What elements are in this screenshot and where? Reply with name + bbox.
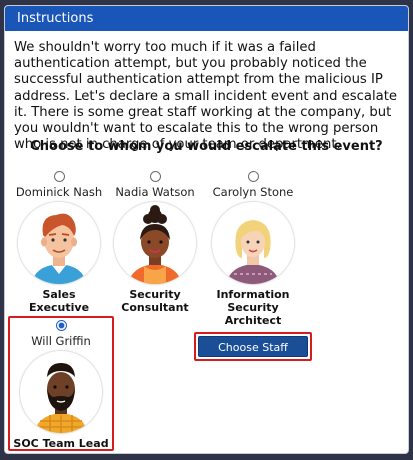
woman-blonde-avatar-icon[interactable] xyxy=(212,202,294,284)
staff-role: Sales Executive xyxy=(28,288,90,314)
staff-radio[interactable] xyxy=(149,171,161,182)
staff-radio-checked[interactable] xyxy=(55,320,67,331)
choose-staff-button-highlight[interactable]: Choose Staff Member xyxy=(194,332,312,375)
staff-option-will-griffin[interactable]: Will Griffin SOC Team Lead xyxy=(13,320,109,450)
staff-name: Will Griffin xyxy=(31,334,91,348)
staff-name: Nadia Watson xyxy=(115,185,195,199)
staff-radio[interactable] xyxy=(53,171,65,182)
instructions-text: We shouldn't worry too much if it was a … xyxy=(14,40,398,153)
instructions-panel: Instructions We shouldn't worry too much… xyxy=(4,5,409,454)
staff-radio[interactable] xyxy=(247,171,259,182)
man-beard-avatar-icon[interactable] xyxy=(20,351,102,433)
choose-staff-button[interactable]: Choose Staff Member xyxy=(198,336,308,375)
staff-name: Carolyn Stone xyxy=(212,185,294,199)
staff-name: Dominick Nash xyxy=(15,185,103,199)
staff-role: Information Security Architect xyxy=(216,288,290,327)
staff-role: SOC Team Lead xyxy=(13,437,109,450)
woman-curly-bun-avatar-icon[interactable] xyxy=(114,202,196,284)
man-red-hair-avatar-icon[interactable] xyxy=(18,202,100,284)
staff-option-dominick-nash[interactable]: Dominick Nash Sales Executive xyxy=(11,171,107,314)
staff-role: Security Consultant xyxy=(121,288,189,314)
escalation-question: Choose to whom you would escalate this e… xyxy=(30,139,383,154)
staff-option-carolyn-stone[interactable]: Carolyn Stone Information Security Archi… xyxy=(205,171,301,327)
staff-option-nadia-watson[interactable]: Nadia Watson Security Consultant xyxy=(107,171,203,314)
panel-header: Instructions xyxy=(5,6,408,31)
